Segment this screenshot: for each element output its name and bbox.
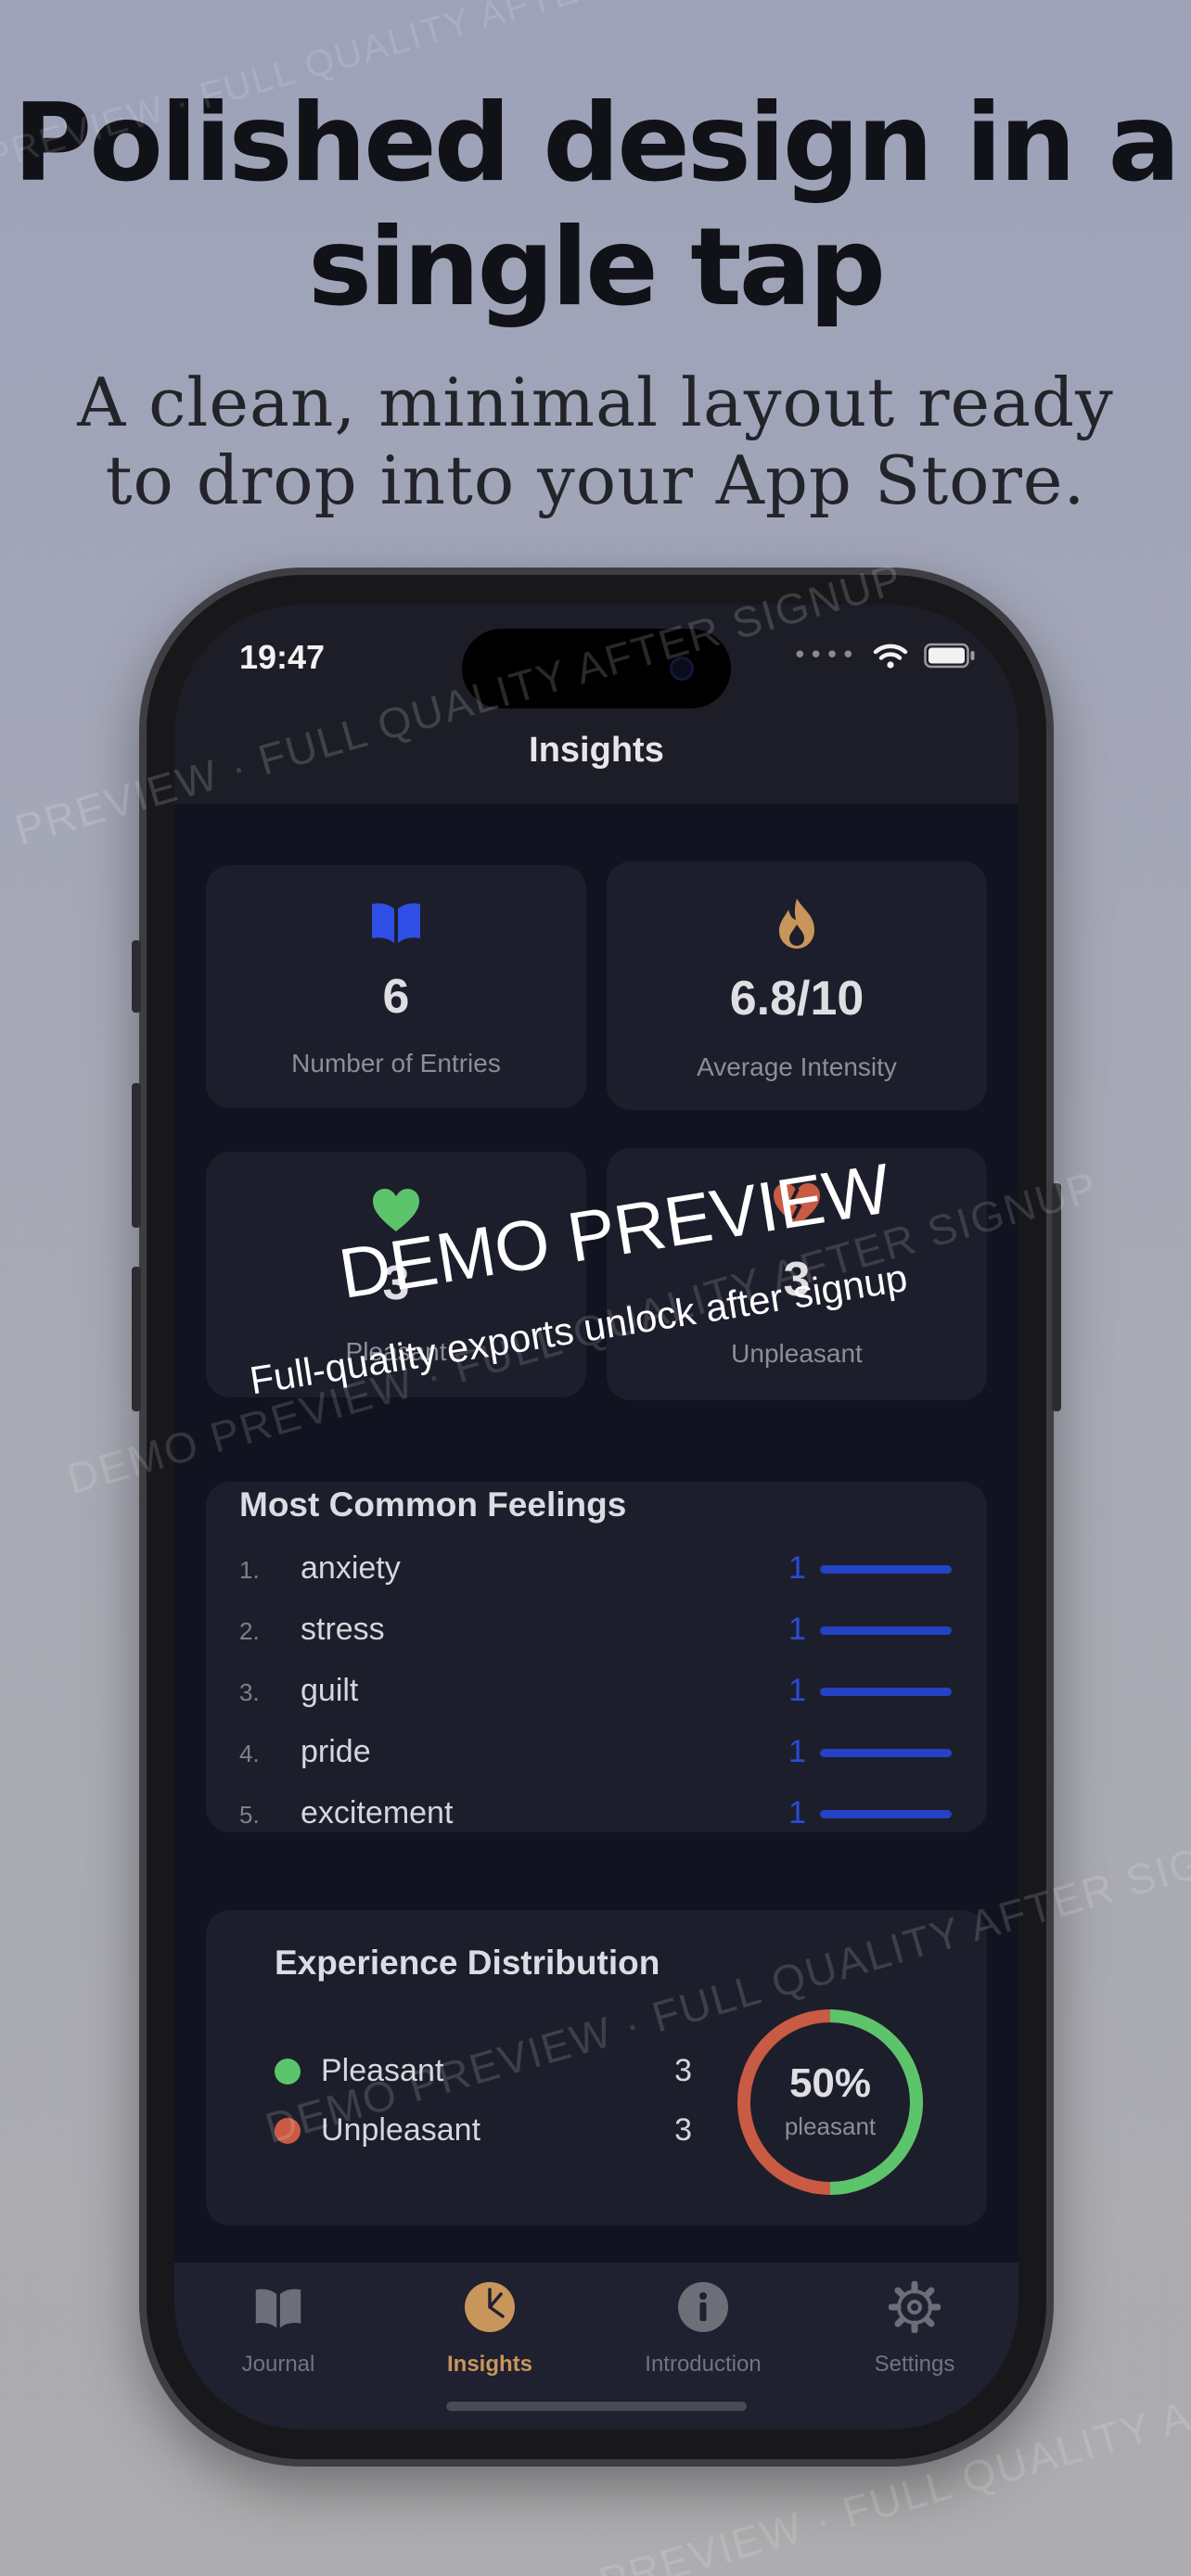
marketing-subline: A clean, minimal layout ready to drop in…: [0, 363, 1191, 519]
action-button: [132, 940, 141, 1013]
feeling-bar: [820, 1810, 952, 1818]
book-icon: [255, 2289, 301, 2328]
stat-card-intensity: 6.8/10 Average Intensity: [607, 861, 987, 1110]
volume-down-button: [132, 1267, 141, 1411]
stat-label-intensity: Average Intensity: [697, 1052, 897, 1081]
marketing-headline: Polished design in a single tap: [0, 82, 1191, 330]
feeling-name: excitement: [301, 1795, 454, 1830]
gear-icon: [889, 2281, 941, 2333]
feeling-name: anxiety: [301, 1550, 401, 1586]
tab-journal[interactable]: Journal: [186, 2281, 371, 2392]
legend-dot-unpleasant: [275, 2118, 301, 2144]
feeling-count: 1: [788, 1734, 806, 1769]
home-indicator[interactable]: [446, 2402, 747, 2411]
list-item: 4. pride 1: [206, 1730, 987, 1777]
flame-icon: [779, 899, 814, 949]
battery-icon: [924, 643, 975, 669]
donut-percent-label: pleasant: [784, 2112, 877, 2140]
status-time: 19:47: [239, 638, 326, 676]
status-icons: ••••: [793, 642, 976, 670]
volume-up-button: [132, 1083, 141, 1228]
feeling-name: stress: [301, 1612, 385, 1647]
legend-dot-pleasant: [275, 2059, 301, 2085]
experience-distribution-card: Experience Distribution Pleasant 3 Unple…: [206, 1910, 987, 2225]
signal-icon: ••••: [792, 642, 857, 670]
feeling-name: pride: [301, 1734, 371, 1769]
feeling-bar: [820, 1749, 952, 1757]
donut-percent: 50%: [788, 2060, 872, 2106]
tab-introduction[interactable]: Introduction: [610, 2281, 796, 2392]
feeling-count: 1: [788, 1673, 806, 1708]
pie-chart-icon: [465, 2282, 515, 2332]
feeling-name: guilt: [301, 1673, 359, 1708]
feeling-bar: [820, 1688, 952, 1696]
subline-line-1: A clean, minimal layout ready: [77, 363, 1114, 441]
headline-line-1: Polished design in a: [13, 81, 1180, 206]
feeling-bar: [820, 1626, 952, 1635]
feeling-count: 1: [788, 1795, 806, 1830]
headline-line-2: single tap: [307, 205, 886, 330]
distribution-title: Experience Distribution: [275, 1944, 660, 1982]
feeling-count: 1: [788, 1550, 806, 1586]
common-feelings-title: Most Common Feelings: [239, 1486, 627, 1524]
wifi-icon: [873, 644, 908, 669]
subline-line-2: to drop into your App Store.: [105, 441, 1086, 519]
list-item: 2. stress 1: [206, 1608, 987, 1654]
stat-label-unpleasant: Unpleasant: [731, 1339, 863, 1368]
stat-card-entries: 6 Number of Entries: [206, 865, 586, 1108]
list-item: 3. guilt 1: [206, 1669, 987, 1715]
distribution-donut: 50% pleasant: [733, 2005, 928, 2200]
camera-icon: [670, 657, 694, 681]
book-icon: [372, 903, 420, 943]
stat-label-entries: Number of Entries: [291, 1049, 501, 1078]
list-item: 5. excitement 1: [206, 1792, 987, 1838]
stat-value-entries: 6: [382, 970, 410, 1024]
power-button: [1052, 1183, 1061, 1411]
tab-insights[interactable]: Insights: [397, 2281, 583, 2392]
page-title: Insights: [529, 731, 664, 770]
tab-settings[interactable]: Settings: [822, 2281, 1007, 2392]
phone-screen: Insights 19:47 •••• 6 Number of Entries …: [174, 605, 1018, 2429]
info-icon: [678, 2282, 728, 2332]
feeling-count: 1: [788, 1612, 806, 1647]
legend-item-pleasant: Pleasant 3: [275, 2049, 692, 2092]
feeling-bar: [820, 1565, 952, 1574]
dynamic-island: [462, 629, 731, 708]
common-feelings-card: Most Common Feelings 1. anxiety 1 2. str…: [206, 1482, 987, 1832]
stat-value-intensity: 6.8/10: [729, 972, 864, 1026]
legend-item-unpleasant: Unpleasant 3: [275, 2109, 692, 2151]
list-item: 1. anxiety 1: [206, 1547, 987, 1593]
